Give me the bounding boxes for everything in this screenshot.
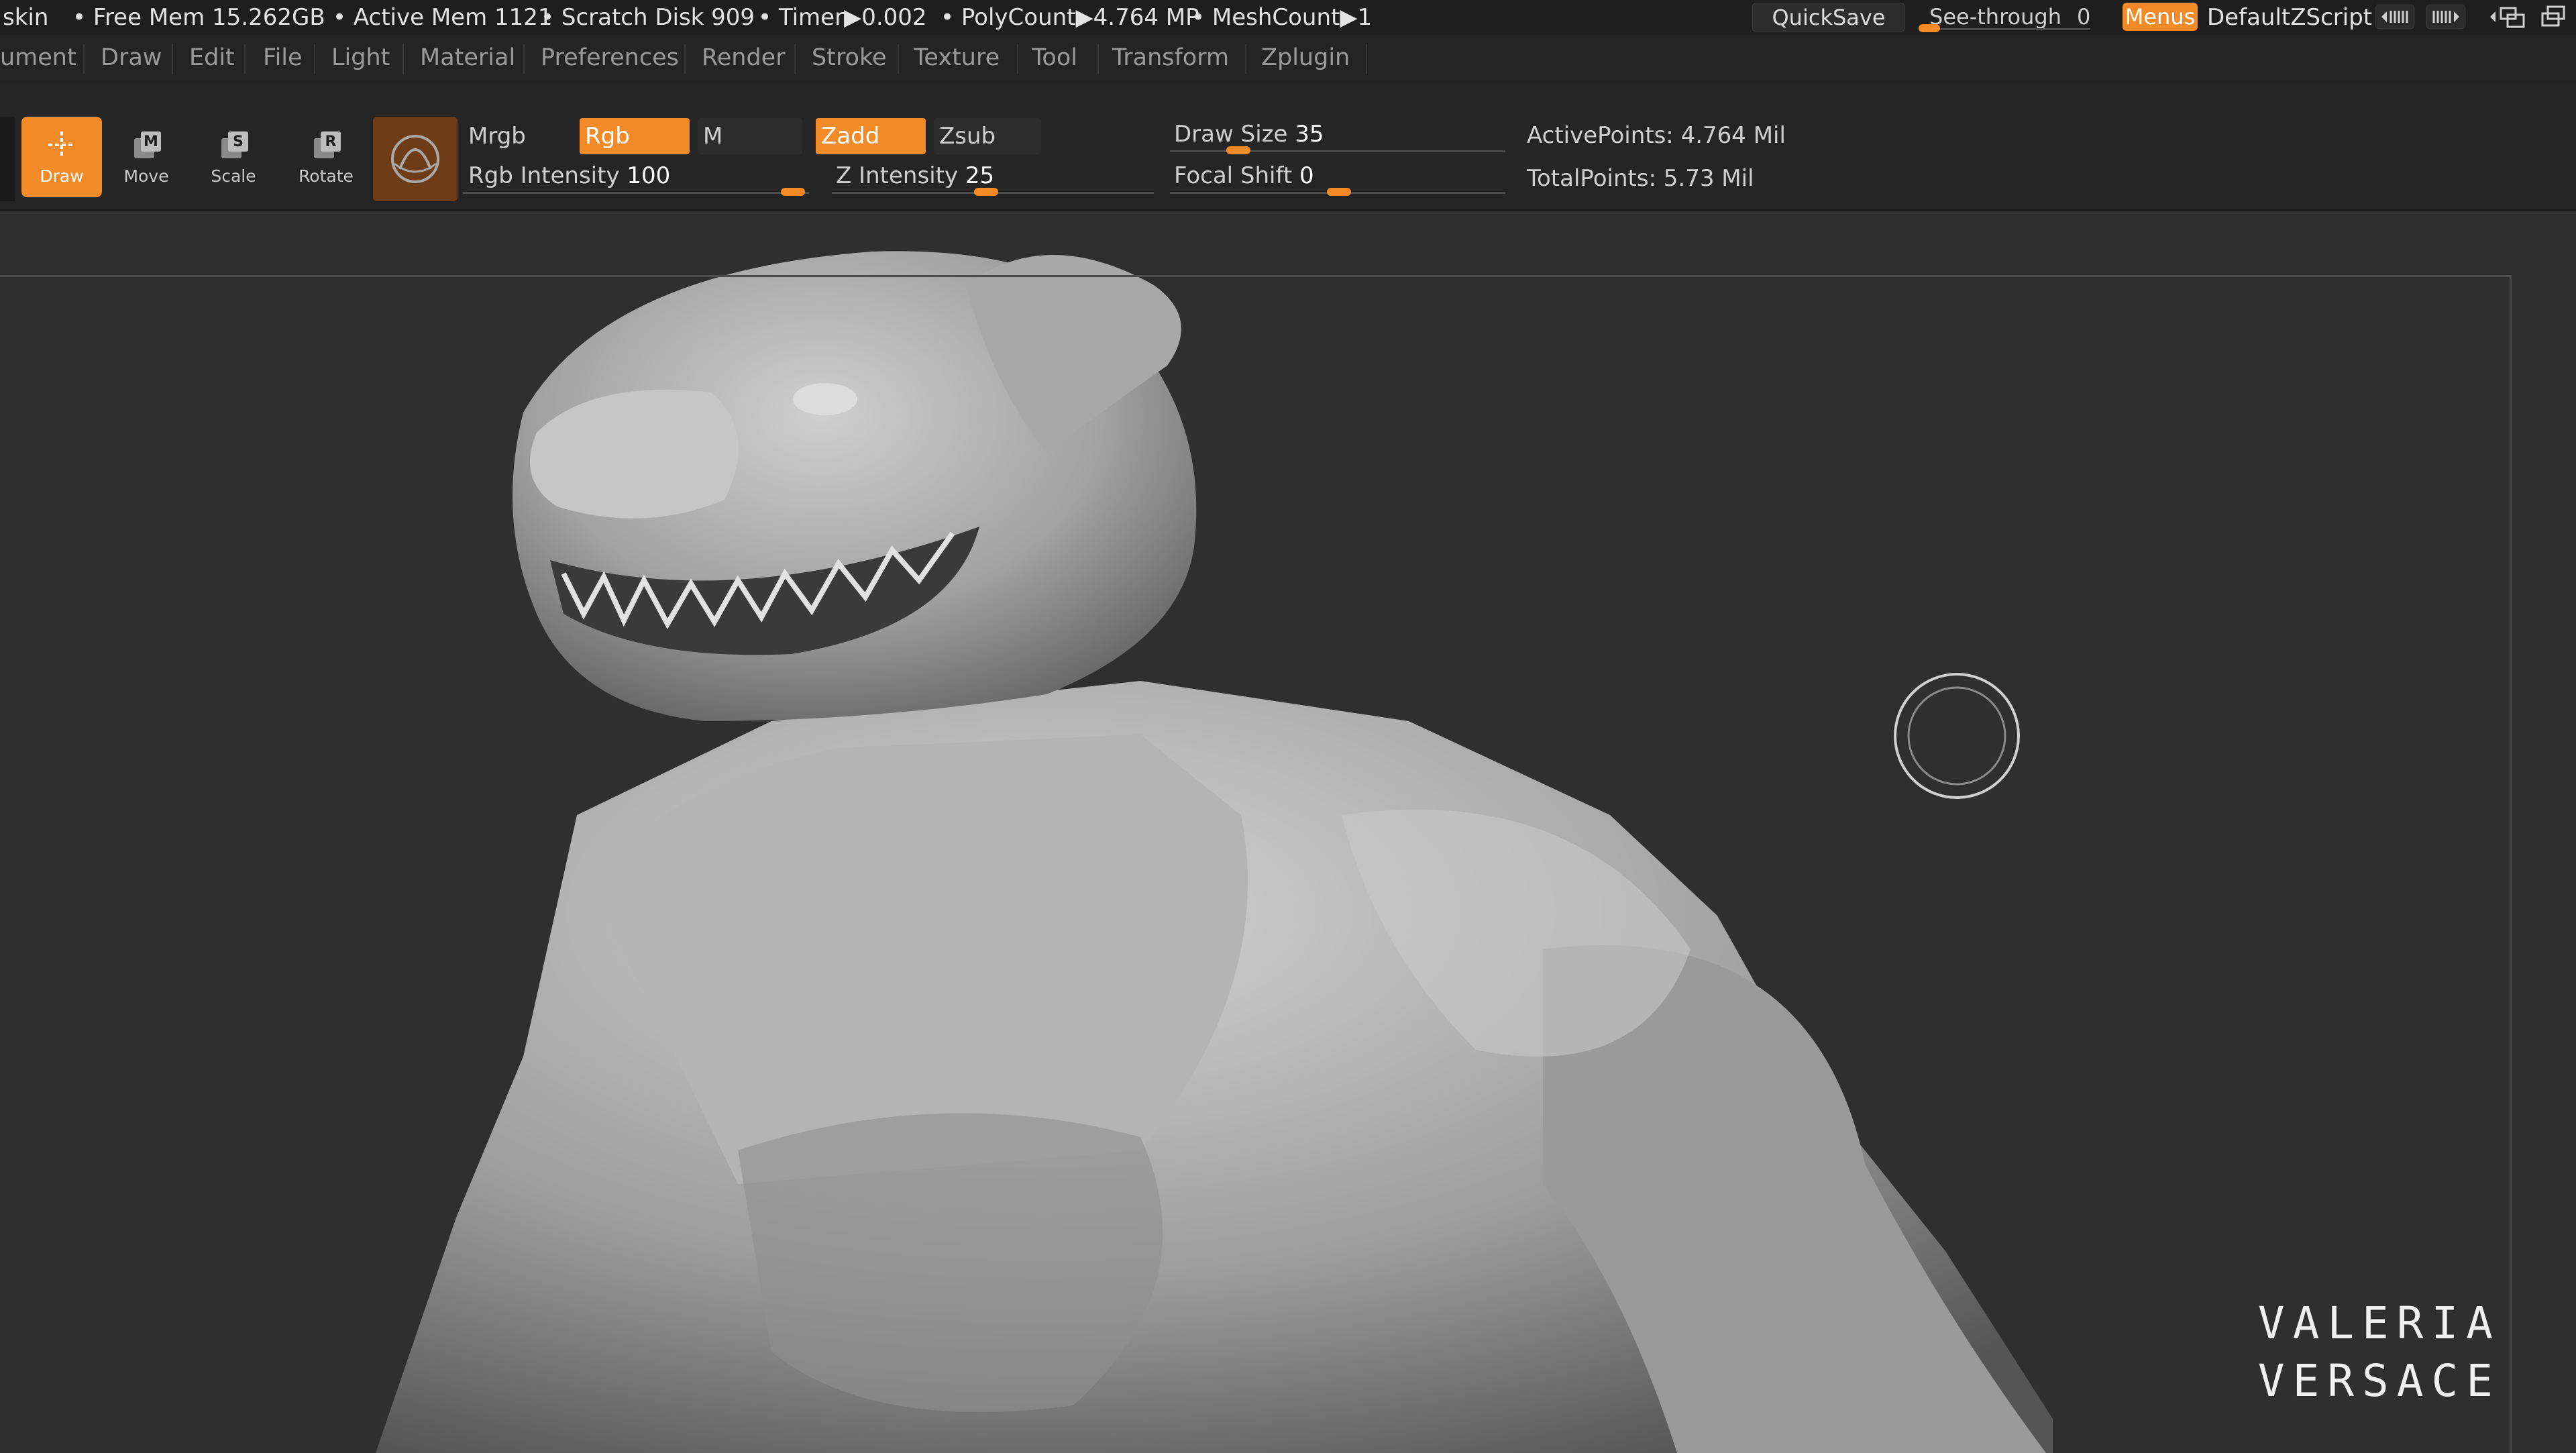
- menu-light[interactable]: Light: [331, 44, 390, 71]
- status-bar: skin • Free Mem 15.262GB • Active Mem 11…: [0, 0, 2576, 35]
- menu-separator: [314, 44, 315, 74]
- menu-separator: [83, 44, 85, 74]
- artist-watermark: VALERIA VERSACE: [2258, 1295, 2501, 1410]
- active-mem-readout: • Active Mem 1121: [333, 4, 553, 31]
- see-through-knob[interactable]: [1919, 24, 1940, 32]
- status-left-fragment: skin: [3, 4, 49, 31]
- menu-separator: [244, 44, 246, 74]
- brush-cursor-icon: [1894, 673, 2020, 799]
- menu-edit[interactable]: Edit: [189, 44, 235, 71]
- svg-text:R: R: [325, 133, 337, 150]
- timer-readout: • Timer▶0.002: [758, 4, 927, 31]
- material-sphere-icon: [391, 135, 439, 183]
- total-points-readout: TotalPoints: 5.73 Mil: [1527, 165, 1754, 192]
- scale-mode-button[interactable]: S Scale: [193, 117, 274, 197]
- menu-preferences[interactable]: Preferences: [541, 44, 679, 71]
- menu-separator: [1017, 44, 1018, 74]
- svg-text:S: S: [233, 133, 244, 150]
- menu-separator: [1245, 44, 1246, 74]
- draw-size-value: 35: [1295, 121, 1324, 148]
- menu-separator: [1097, 44, 1099, 74]
- draw-size-track: [1170, 150, 1505, 152]
- watermark-line-1: VALERIA: [2257, 1297, 2501, 1349]
- focal-shift-knob[interactable]: [1327, 188, 1351, 196]
- polycount-readout: • PolyCount▶4.764 MP: [941, 4, 1199, 31]
- rgb-intensity-label: Rgb Intensity: [468, 162, 620, 189]
- menu-material[interactable]: Material: [420, 44, 515, 71]
- rotate-mode-label: Rotate: [299, 166, 354, 186]
- draw-size-knob[interactable]: [1226, 146, 1250, 154]
- menu-separator: [794, 44, 796, 74]
- see-through-track: [1923, 28, 2090, 30]
- menu-zplugin[interactable]: Zplugin: [1261, 44, 1350, 71]
- menus-toggle-button[interactable]: Menus: [2123, 3, 2198, 31]
- material-swatch-button[interactable]: [373, 117, 458, 201]
- draw-size-label: Draw Size: [1174, 121, 1288, 148]
- menu-separator: [684, 44, 686, 74]
- rgb-intensity-track: [463, 192, 809, 194]
- draw-icon: [48, 131, 75, 158]
- menu-document[interactable]: ument: [0, 44, 76, 71]
- scale-mode-label: Scale: [211, 166, 256, 186]
- z-intensity-knob[interactable]: [974, 188, 998, 196]
- svg-text:M: M: [144, 133, 158, 150]
- move-icon: M: [134, 131, 161, 158]
- rgb-intensity-knob[interactable]: [781, 188, 805, 196]
- menu-file[interactable]: File: [263, 44, 303, 71]
- menu-bar: ument Draw Edit File Light Material Pref…: [0, 35, 2576, 83]
- focal-shift-value: 0: [1299, 162, 1314, 189]
- scroll-left-icon[interactable]: [2375, 4, 2415, 30]
- menu-draw[interactable]: Draw: [101, 44, 162, 71]
- see-through-value: 0: [2077, 4, 2091, 30]
- scale-icon: S: [221, 131, 248, 158]
- menu-transform[interactable]: Transform: [1112, 44, 1229, 71]
- see-through-label: See-through: [1929, 4, 2061, 30]
- document-frame: [0, 275, 2512, 1453]
- rotate-mode-button[interactable]: R Rotate: [286, 117, 366, 197]
- menu-separator: [898, 44, 899, 74]
- focal-shift-label: Focal Shift: [1174, 162, 1293, 189]
- z-intensity-value: 25: [965, 162, 995, 189]
- menu-tool[interactable]: Tool: [1032, 44, 1077, 71]
- menu-separator: [523, 44, 525, 74]
- move-mode-label: Move: [123, 166, 169, 186]
- rgb-toggle[interactable]: Rgb: [580, 118, 690, 154]
- menu-separator: [172, 44, 173, 74]
- quicksave-button[interactable]: QuickSave: [1752, 3, 1905, 32]
- tool-shelf: Draw M Move S Scale R Rotate Mrgb Rgb M …: [0, 83, 2576, 211]
- menu-texture[interactable]: Texture: [914, 44, 1000, 71]
- mrgb-toggle[interactable]: Mrgb: [463, 118, 570, 154]
- default-zscript-button[interactable]: DefaultZScript: [2207, 4, 2372, 31]
- layout-toggle-icon[interactable]: [2486, 4, 2529, 30]
- move-mode-button[interactable]: M Move: [106, 117, 186, 197]
- draw-mode-label: Draw: [40, 166, 84, 186]
- rgb-intensity-value: 100: [627, 162, 671, 189]
- zsub-toggle[interactable]: Zsub: [934, 118, 1041, 154]
- menu-separator: [1366, 44, 1367, 74]
- draw-mode-button[interactable]: Draw: [21, 117, 102, 197]
- menu-stroke[interactable]: Stroke: [812, 44, 887, 71]
- menu-render[interactable]: Render: [702, 44, 786, 71]
- m-toggle[interactable]: M: [698, 118, 802, 154]
- focal-shift-slider[interactable]: Focal Shift 0: [1170, 160, 1505, 196]
- menu-separator: [402, 44, 404, 74]
- free-mem-readout: • Free Mem 15.262GB: [72, 4, 325, 31]
- meshcount-readout: • MeshCount▶1: [1191, 4, 1373, 31]
- z-intensity-label: Z Intensity: [836, 162, 959, 189]
- see-through-slider[interactable]: See-through 0: [1916, 3, 2098, 32]
- rotate-icon: R: [314, 131, 341, 158]
- z-intensity-slider[interactable]: Z Intensity 25: [832, 160, 1154, 196]
- rgb-intensity-slider[interactable]: Rgb Intensity 100: [463, 160, 809, 196]
- shelf-edge: [0, 117, 15, 201]
- draw-size-slider[interactable]: Draw Size 35: [1170, 118, 1505, 154]
- watermark-line-2: VERSACE: [2257, 1355, 2501, 1407]
- scratch-disk-readout: • Scratch Disk 909: [541, 4, 755, 31]
- window-restore-icon[interactable]: [2538, 4, 2576, 30]
- active-points-readout: ActivePoints: 4.764 Mil: [1527, 122, 1786, 149]
- scroll-right-icon[interactable]: [2426, 4, 2466, 30]
- zadd-toggle[interactable]: Zadd: [816, 118, 926, 154]
